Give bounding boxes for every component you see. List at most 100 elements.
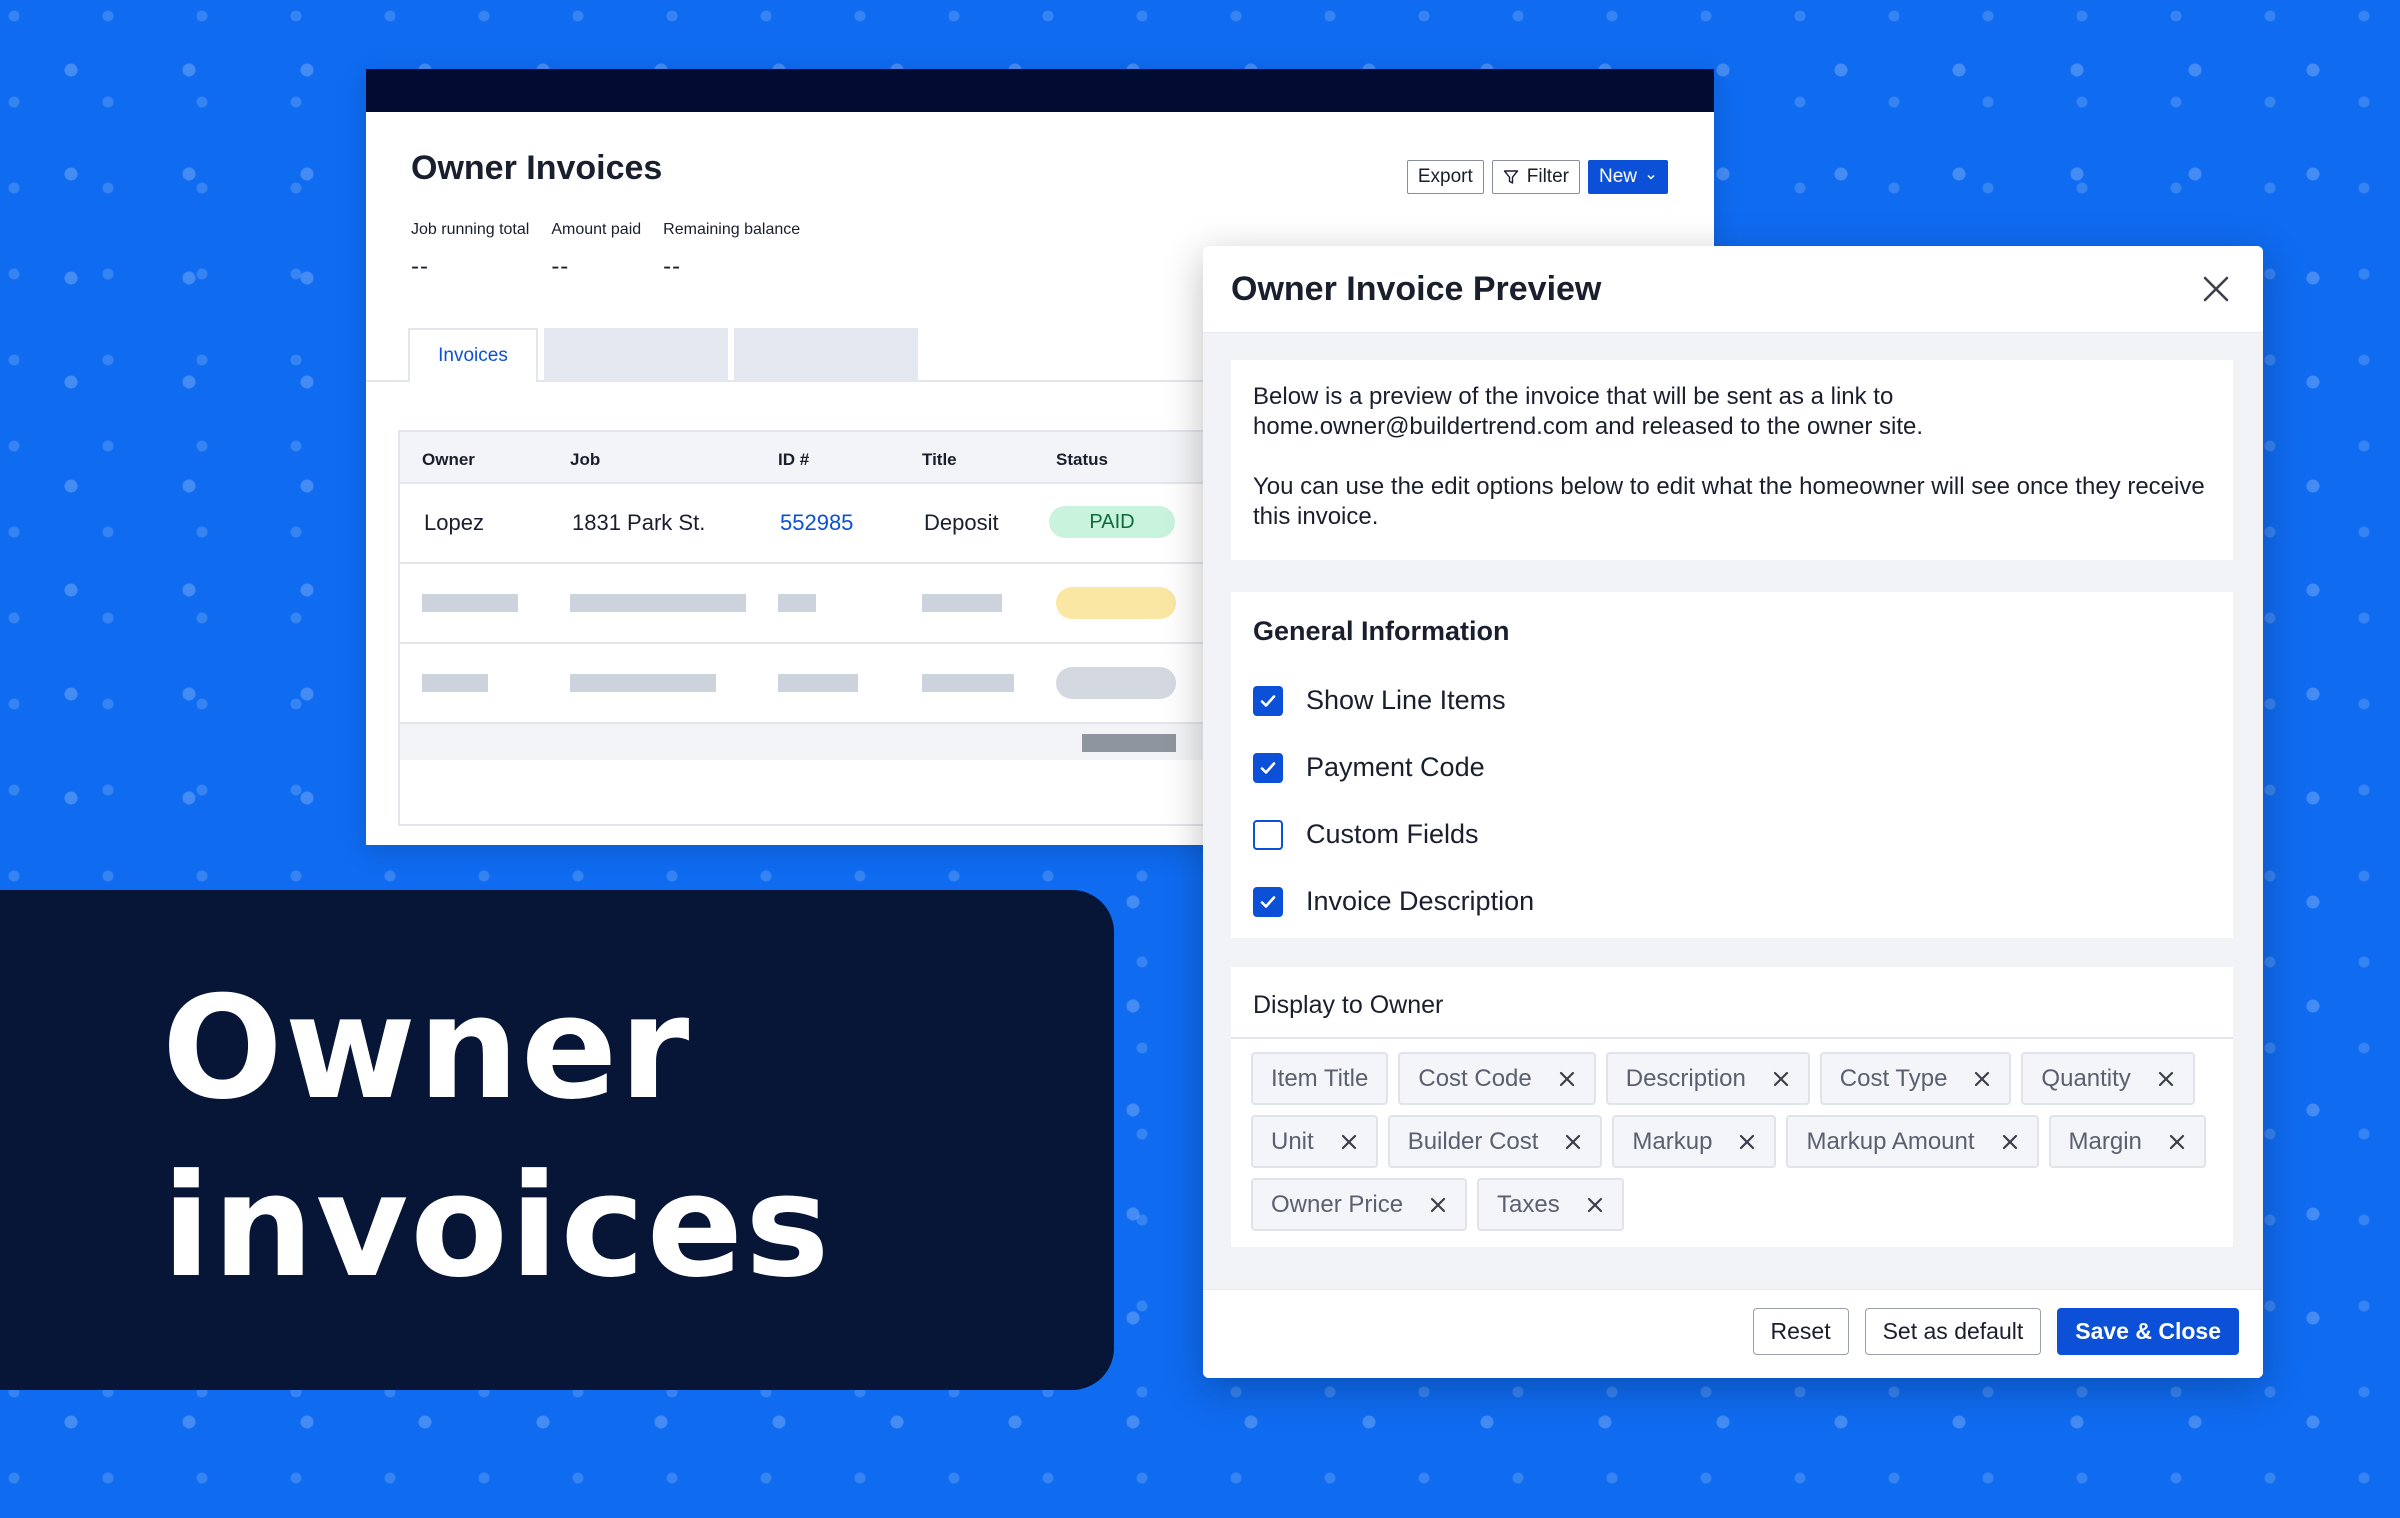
chip-label: Owner Price — [1271, 1190, 1404, 1218]
chip-item-title[interactable]: Item Title — [1251, 1052, 1389, 1105]
chip-label: Description — [1625, 1064, 1746, 1092]
option-payment-code[interactable]: Payment Code — [1253, 734, 2211, 801]
chevron-down-icon — [1645, 171, 1657, 183]
app-top-bar — [366, 69, 1714, 112]
chip-label: Quantity — [2041, 1064, 2131, 1092]
chip-margin[interactable]: Margin — [2048, 1115, 2206, 1168]
column-header-owner[interactable]: Owner — [422, 450, 475, 470]
stat-remaining-balance: Remaining balance -- — [663, 221, 800, 281]
chip-description[interactable]: Description — [1605, 1052, 1810, 1105]
checkbox-checked[interactable] — [1253, 886, 1283, 917]
chip-label: Cost Type — [1839, 1064, 1948, 1092]
chip-markup-amount[interactable]: Markup Amount — [1786, 1115, 2039, 1168]
remove-icon[interactable] — [2157, 1070, 2175, 1088]
save-and-close-button[interactable]: Save & Close — [2057, 1308, 2239, 1355]
chip-label: Margin — [2068, 1127, 2142, 1155]
section-title: Display to Owner — [1231, 967, 2233, 1039]
skeleton-bar — [422, 674, 488, 692]
chip-owner-price[interactable]: Owner Price — [1251, 1178, 1468, 1231]
cell-title: Deposit — [924, 510, 999, 535]
chip-unit[interactable]: Unit — [1251, 1115, 1378, 1168]
column-header-status[interactable]: Status — [1056, 450, 1108, 470]
tab-placeholder[interactable] — [734, 328, 918, 382]
set-as-default-button-label: Set as default — [1882, 1318, 2024, 1344]
export-button[interactable]: Export — [1406, 160, 1484, 194]
invoice-id-link[interactable]: 552985 — [780, 510, 853, 536]
chip-label: Item Title — [1271, 1064, 1369, 1092]
tab-invoices[interactable]: Invoices — [408, 328, 538, 382]
chip-label: Unit — [1271, 1127, 1314, 1155]
remove-icon[interactable] — [1564, 1133, 1582, 1151]
chip-cost-code[interactable]: Cost Code — [1398, 1052, 1596, 1105]
general-information-section: General Information Show Line Items Paym… — [1231, 592, 2233, 938]
promo-heading: Owner invoices — [162, 960, 832, 1316]
new-button[interactable]: New — [1587, 160, 1668, 194]
chip-label: Builder Cost — [1407, 1127, 1539, 1155]
column-header-job[interactable]: Job — [570, 450, 600, 470]
remove-icon[interactable] — [2168, 1133, 2186, 1151]
skeleton-bar — [570, 594, 746, 612]
reset-button-label: Reset — [1770, 1318, 1831, 1344]
column-header-title[interactable]: Title — [922, 450, 957, 470]
skeleton-bar — [922, 674, 1014, 692]
column-chips: Item Title Cost Code Description Cost Ty… — [1231, 1039, 2233, 1244]
modal-title: Owner Invoice Preview — [1231, 270, 1602, 308]
checkbox-checked[interactable] — [1253, 752, 1283, 783]
remove-icon[interactable] — [1973, 1070, 1991, 1088]
option-show-line-items[interactable]: Show Line Items — [1253, 667, 2211, 734]
checkbox-label: Payment Code — [1306, 752, 1485, 782]
display-to-owner-section: Display to Owner Item Title Cost Code De… — [1231, 967, 2233, 1247]
skeleton-bar — [778, 594, 816, 612]
skeleton-bar — [778, 674, 858, 692]
remove-icon[interactable] — [2001, 1133, 2019, 1151]
close-icon[interactable] — [2199, 272, 2233, 306]
remove-icon[interactable] — [1586, 1196, 1604, 1214]
modal-header: Owner Invoice Preview — [1203, 246, 2263, 333]
chip-builder-cost[interactable]: Builder Cost — [1387, 1115, 1603, 1168]
remove-icon[interactable] — [1738, 1133, 1756, 1151]
checkbox-unchecked[interactable] — [1253, 819, 1283, 850]
promo-heading-line1: Owner — [162, 966, 692, 1131]
stat-value: -- — [551, 253, 570, 280]
stat-job-running-total: Job running total -- — [411, 221, 529, 281]
reset-button[interactable]: Reset — [1752, 1308, 1849, 1355]
option-invoice-description[interactable]: Invoice Description — [1253, 868, 2211, 935]
remove-icon[interactable] — [1772, 1070, 1790, 1088]
filter-button-label: Filter — [1526, 166, 1569, 187]
checkbox-label: Invoice Description — [1306, 886, 1535, 916]
checkbox-checked[interactable] — [1253, 685, 1283, 716]
cell-job: 1831 Park St. — [572, 510, 706, 535]
stat-label: Amount paid — [551, 221, 642, 238]
skeleton-status-pill — [1056, 667, 1176, 699]
pagination-skeleton — [1082, 734, 1176, 752]
filter-icon — [1503, 169, 1519, 185]
column-header-id[interactable]: ID # — [778, 450, 809, 470]
section-title: General Information — [1253, 616, 1510, 646]
cell-owner: Lopez — [424, 510, 484, 535]
save-and-close-button-label: Save & Close — [2075, 1318, 2221, 1344]
remove-icon[interactable] — [1429, 1196, 1447, 1214]
remove-icon[interactable] — [1558, 1070, 1576, 1088]
modal-footer: Reset Set as default Save & Close — [1203, 1289, 2263, 1378]
tab-placeholder[interactable] — [544, 328, 728, 382]
footer-actions: Reset Set as default Save & Close — [1752, 1308, 2239, 1355]
set-as-default-button[interactable]: Set as default — [1864, 1308, 2042, 1355]
invoice-stats: Job running total -- Amount paid -- Rema… — [411, 221, 800, 281]
chip-cost-type[interactable]: Cost Type — [1819, 1052, 2012, 1105]
chip-markup[interactable]: Markup — [1612, 1115, 1777, 1168]
chip-taxes[interactable]: Taxes — [1477, 1178, 1624, 1231]
stat-value: -- — [663, 253, 682, 280]
skeleton-bar — [570, 674, 716, 692]
chip-quantity[interactable]: Quantity — [2021, 1052, 2195, 1105]
intro-paragraph: Below is a preview of the invoice that w… — [1253, 383, 1924, 440]
option-custom-fields[interactable]: Custom Fields — [1253, 801, 2211, 868]
checkbox-label: Show Line Items — [1306, 685, 1506, 715]
stat-amount-paid: Amount paid -- — [551, 221, 641, 281]
skeleton-status-pill — [1056, 587, 1176, 619]
stat-value: -- — [411, 253, 429, 280]
remove-icon[interactable] — [1340, 1133, 1358, 1151]
filter-button[interactable]: Filter — [1491, 160, 1580, 194]
chip-label: Taxes — [1497, 1190, 1560, 1218]
status-badge: PAID — [1049, 506, 1175, 538]
chip-label: Markup — [1632, 1127, 1713, 1155]
